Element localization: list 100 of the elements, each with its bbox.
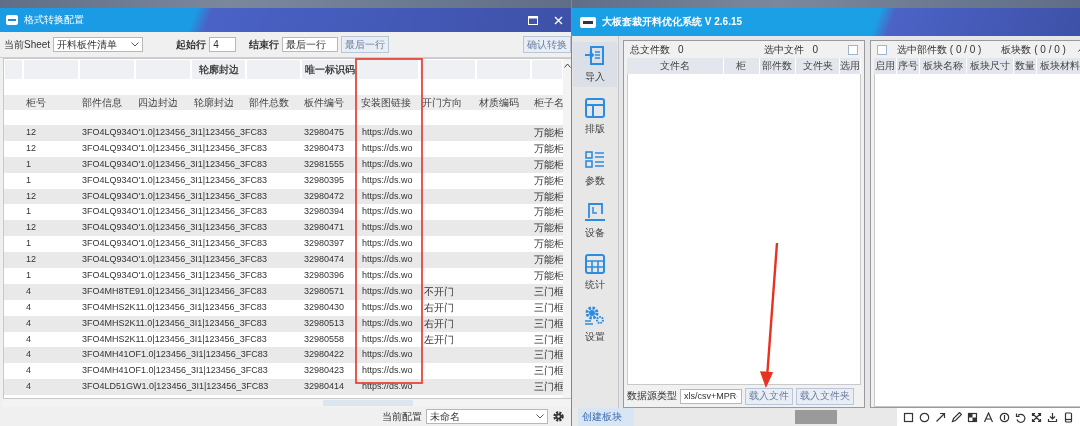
nav-item[interactable]: 设置 [573, 302, 617, 347]
table-cell-text: https://ds.wo [361, 205, 414, 219]
table-cell-text: 3FO4MH41OF1.0|123456_3I1|123456_3FC83 [81, 364, 269, 378]
table-cell-text: 1 [25, 173, 32, 187]
table-cell-text: 4 [25, 284, 32, 298]
checklist-icon [584, 149, 606, 171]
arrow-icon[interactable] [935, 411, 946, 423]
table-cell-text: 1 [25, 269, 32, 282]
table-cell-text: 3FO4LQ934O'1.0|123456_3I1|123456_3FC83 [81, 189, 269, 203]
last-row-button[interactable]: 最后一行 [341, 36, 390, 53]
column-header: 部件总数 [248, 96, 290, 110]
circle-icon[interactable] [919, 411, 930, 423]
total-files-count: 0 [678, 44, 684, 55]
table-row[interactable]: 4 3FO4MH41OF1.0|123456_3I1|123456_3FC83 32980423 https://ds.wo 三门框 [4, 363, 563, 380]
nav-item[interactable]: 导入 [573, 42, 617, 87]
maximize-icon[interactable] [528, 15, 538, 25]
pencil-icon[interactable] [951, 411, 962, 423]
mosaic-icon[interactable] [967, 411, 978, 423]
table-row[interactable]: 1 3FO4LQ934O'1.0|123456_3I1|123456_3FC83 32980395 https://ds.wo 万能柜 [4, 172, 563, 189]
table-cell-text: 32980414 [303, 380, 346, 394]
table-cell-text: 32980472 [303, 189, 346, 203]
table-cell-text: 3FO4LQ934O'1.0|123456_3I1|123456_3FC83 [81, 205, 269, 219]
source-type-dropdown[interactable]: xls/csv+MPR [680, 388, 742, 404]
table-row[interactable]: 4 3FO4MHS2K11.0|123456_3I1|123456_3FC83 32980513 https://ds.wo 右开门 三门框 [4, 315, 563, 332]
create-board-button[interactable]: 创建板块 [578, 408, 634, 426]
table-cell-text: 右开门 [423, 300, 455, 315]
table-row[interactable]: 12 3FO4LQ934O'1.0|123456_3I1|123456_3FC83 32980473 https://ds.wo 万能柜 [4, 140, 563, 157]
text-tool-icon[interactable] [983, 411, 994, 423]
table-row[interactable]: 4 3FO4LD51GW1.0|123456_3I1|123456_3FC83 32980414 https://ds.wo 三门框 [4, 379, 563, 396]
table-cell-text: 12 [25, 253, 37, 267]
checkbox[interactable] [848, 44, 858, 55]
table-cell-text: 三门框 [533, 316, 563, 331]
total-files-label: 总文件数 [630, 42, 670, 57]
table-cell-text: 4 [25, 316, 32, 330]
table-cell-text: 万能柜 [533, 237, 563, 252]
table-row[interactable]: 1 3FO4LQ934O'1.0|123456_3I1|123456_3FC83 32980397 https://ds.wo 万能柜 [4, 236, 563, 253]
table-row[interactable]: 4 3FO4MHS2K11.0|123456_3I1|123456_3FC83 32980558 https://ds.wo 左开门 三门框 [4, 331, 563, 348]
table-row[interactable]: 4 3FO4MH8TE91.0|123456_3I1|123456_3FC83 32980571 https://ds.wo 不开门 三门框 [4, 283, 563, 300]
app-icon [580, 16, 596, 28]
nav-label: 设备 [585, 226, 605, 240]
load-button[interactable]: 载入文件 [745, 387, 793, 405]
column-header: 板件编号 [303, 96, 345, 110]
table-row[interactable]: 12 3FO4LQ934O'1.0|123456_3I1|123456_3FC83 32980474 https://ds.wo 万能柜 [4, 252, 563, 268]
table-cell-text: 32980395 [303, 173, 346, 187]
table-cell-text: https://ds.wo [361, 237, 414, 251]
checkbox[interactable] [877, 44, 887, 55]
nav-item[interactable]: 参数 [573, 146, 617, 191]
sheet-dropdown[interactable]: 开料板件清单 [53, 37, 144, 52]
table-cell-text: 32980558 [303, 332, 346, 346]
table-cell-text: 3FO4LQ934O'1.0|123456_3I1|123456_3FC83 [81, 269, 269, 282]
table-row[interactable]: 12 3FO4LQ934O'1.0|123456_3I1|123456_3FC83 32980475 https://ds.wo 万能柜 [4, 125, 563, 141]
table-cell-text: 12 [25, 189, 37, 203]
numbered-marker-icon[interactable] [999, 411, 1010, 423]
nav-item[interactable]: 统计 [573, 250, 617, 295]
sheet-label: 当前Sheet [4, 37, 51, 52]
table-cell-text: 32980394 [303, 205, 346, 219]
scroll-thumb[interactable] [323, 400, 413, 406]
table-row[interactable]: 12 3FO4LQ934O'1.0|123456_3I1|123456_3FC83 32980472 https://ds.wo 万能柜 [4, 188, 563, 205]
settings-icon[interactable] [552, 410, 565, 423]
table-cell-text: 4 [25, 364, 32, 378]
column-header: 柜号 [25, 96, 47, 110]
table-row[interactable]: 1 3FO4LQ934O'1.0|123456_3I1|123456_3FC83 32981555 https://ds.wo 万能柜 [4, 156, 563, 173]
column-header: 唯一标识码 [301, 59, 358, 80]
table-row[interactable]: 4 3FO4MH41OF1.0|123456_3I1|123456_3FC83 32980422 https://ds.wo 三门框 [4, 347, 563, 364]
download-icon[interactable] [1047, 411, 1058, 423]
close-icon[interactable] [554, 15, 563, 25]
table-cell-text: 3FO4MHS2K11.0|123456_3I1|123456_3FC83 [81, 300, 268, 314]
table-row[interactable]: 1 3FO4LQ934O'1.0|123456_3I1|123456_3FC83 32980396 https://ds.wo 万能柜 [4, 268, 563, 284]
load-button[interactable]: 载入文件夹 [796, 387, 854, 405]
table-row[interactable]: 1 3FO4LQ934O'1.0|123456_3I1|123456_3FC83 32980394 https://ds.wo 万能柜 [4, 204, 563, 221]
rectangle-icon[interactable] [903, 411, 914, 423]
nav-item[interactable]: 设备 [573, 198, 617, 243]
nav-item[interactable]: 排版 [573, 94, 617, 139]
table-cell-text: 32980474 [303, 253, 346, 267]
end-row-label: 结束行 [249, 37, 280, 52]
table-cell-text: 3FO4LQ934O'1.0|123456_3I1|123456_3FC83 [81, 157, 269, 171]
table-cell-text: 三门框 [533, 380, 563, 395]
table-cell-text: 3FO4LQ934O'1.0|123456_3I1|123456_3FC83 [81, 253, 269, 267]
start-row-field[interactable]: 4 [209, 37, 237, 52]
table-cell-text: https://ds.wo [361, 221, 414, 235]
scrollbar[interactable] [563, 59, 571, 398]
expand-icon[interactable] [1031, 411, 1042, 423]
table-row[interactable]: 4 3FO4MHS2K11.0|123456_3I1|123456_3FC83 32980430 https://ds.wo 右开门 三门框 [4, 299, 563, 316]
table-cell-text: 三门框 [533, 348, 563, 363]
undo-icon[interactable] [1015, 411, 1026, 423]
table-row[interactable]: 12 3FO4LQ934O'1.0|123456_3I1|123456_3FC83 32980471 https://ds.wo 万能柜 [4, 220, 563, 237]
table-cell-text: https://ds.wo [361, 332, 414, 346]
table-cell-text: 右开门 [423, 316, 455, 331]
gears-icon [584, 305, 606, 327]
table-cell-text: https://ds.wo [361, 316, 414, 330]
phone-icon[interactable] [1063, 411, 1074, 423]
confirm-button[interactable]: 确认转换 [523, 36, 571, 53]
config-dropdown[interactable]: 未命名 [426, 409, 548, 424]
column-header: 轮廓封边 [193, 96, 235, 110]
end-row-field[interactable]: 最后一行 [282, 37, 339, 52]
table-cell-text: https://ds.wo [361, 126, 414, 139]
table-cell-text: 万能柜 [533, 126, 563, 140]
table-cell-text: 32981555 [303, 157, 346, 171]
table-cell-text: 4 [25, 348, 32, 362]
start-row-label: 起始行 [176, 37, 207, 52]
